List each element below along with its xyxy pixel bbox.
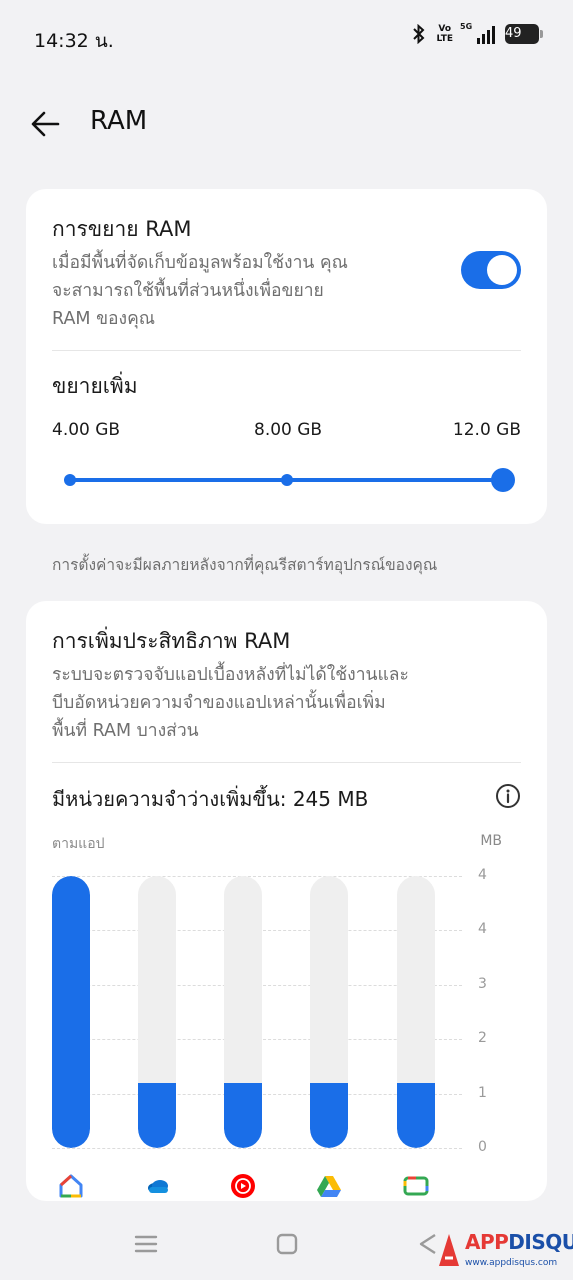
divider: [52, 762, 521, 763]
google-tv-icon: [403, 1173, 429, 1199]
option-8gb[interactable]: 8.00 GB: [254, 420, 322, 440]
freed-memory-label: มีหน่วยความจำว่างเพิ่มขึ้น: 245 MB: [52, 787, 369, 811]
chart-bar: [397, 1082, 435, 1148]
home-button[interactable]: [269, 1226, 305, 1262]
watermark-brand: APPDISQUS: [465, 1230, 573, 1254]
chart-tick-label: 1: [478, 1084, 487, 1101]
toggle-knob: [487, 255, 517, 285]
onedrive-icon: [144, 1173, 170, 1199]
app-bar: RAM: [0, 96, 573, 152]
chart-bar: [52, 876, 90, 1148]
bluetooth-icon: [412, 24, 426, 44]
slider-stop-8gb[interactable]: [281, 474, 293, 486]
appdisqus-watermark: APPDISQUS www.appdisqus.com: [435, 1228, 573, 1274]
ram-expansion-desc-2: จะสามารถใช้พื้นที่ส่วนหนึ่งเพื่อขยาย: [52, 281, 324, 301]
slider-stop-4gb[interactable]: [64, 474, 76, 486]
status-bar: 14:32 น. Vo LTE 5G 49: [0, 0, 573, 76]
battery-icon: 49: [505, 24, 543, 44]
expand-title: ขยายเพิ่ม: [52, 374, 138, 398]
watermark-logo: [439, 1234, 459, 1266]
restart-note: การตั้งค่าจะมีผลภายหลังจากที่คุณรีสตาร์ท…: [52, 556, 438, 574]
ram-size-slider[interactable]: [64, 468, 515, 492]
chart-tick-label: 4: [478, 921, 487, 938]
ram-expansion-toggle[interactable]: [461, 251, 521, 289]
chart-tick-label: 3: [478, 975, 487, 992]
ram-optimization-desc-2: บีบอัดหน่วยความจำของแอปเหล่านั้นเพื่อเพิ…: [52, 693, 386, 713]
status-time: 14:32 น.: [34, 30, 114, 52]
option-4gb[interactable]: 4.00 GB: [52, 420, 120, 440]
volte-icon: Vo LTE: [436, 24, 453, 44]
ram-optimization-card: การเพิ่มประสิทธิภาพ RAM ระบบจะตรวจจับแอป…: [26, 601, 547, 1201]
watermark-brand-a: APP: [465, 1230, 509, 1254]
chart-bar: [138, 1082, 176, 1148]
volte-bottom-label: LTE: [436, 34, 453, 44]
ram-optimization-title: การเพิ่มประสิทธิภาพ RAM: [52, 629, 291, 653]
chart-left-label: ตามแอป: [52, 836, 105, 852]
page-title: RAM: [90, 106, 148, 136]
youtube-music-icon: [230, 1173, 256, 1199]
ram-expansion-desc-1: เมื่อมีพื้นที่จัดเก็บข้อมูลพร้อมใช้งาน ค…: [52, 253, 348, 273]
home-icon: [276, 1233, 298, 1255]
recents-icon: [134, 1235, 158, 1253]
watermark-brand-b: DISQUS: [508, 1230, 573, 1254]
ram-expansion-desc-3: RAM ของคุณ: [52, 309, 156, 329]
google-drive-icon: [316, 1173, 342, 1199]
ram-expansion-card: การขยาย RAM เมื่อมีพื้นที่จัดเก็บข้อมูลพ…: [26, 189, 547, 524]
slider-thumb[interactable]: [491, 468, 515, 492]
option-12gb[interactable]: 12.0 GB: [453, 420, 521, 440]
info-icon[interactable]: [495, 783, 521, 809]
chart-bar-track: [52, 876, 90, 1148]
chart-bar: [310, 1082, 348, 1148]
chart-unit-label: MB: [480, 833, 502, 849]
chart-bar-track: [138, 876, 176, 1148]
chart-gridline: [52, 1148, 462, 1149]
watermark-url: www.appdisqus.com: [465, 1258, 558, 1268]
chart-bar-track: [397, 876, 435, 1148]
status-icons: Vo LTE 5G 49: [412, 22, 543, 44]
chart-tick-label: 4: [478, 867, 487, 883]
ram-optimization-desc-3: พื้นที่ RAM บางส่วน: [52, 721, 199, 741]
volte-top-label: Vo: [438, 24, 452, 34]
network-label: 5G: [460, 22, 473, 31]
arrow-left-icon: [31, 111, 60, 137]
chart-tick-label: 0: [478, 1139, 487, 1155]
chart-gridline: [52, 876, 462, 877]
chart-bar-track: [224, 876, 262, 1148]
battery-level: 49: [505, 26, 522, 41]
signal-5g-icon: 5G: [460, 22, 495, 44]
chart-bar: [224, 1082, 262, 1148]
back-button[interactable]: [26, 104, 66, 144]
google-home-icon: [58, 1173, 84, 1199]
chart-bar-track: [310, 876, 348, 1148]
divider: [52, 350, 521, 351]
recents-button[interactable]: [128, 1226, 164, 1262]
ram-optimization-desc-1: ระบบจะตรวจจับแอปเบื้องหลังที่ไม่ได้ใช้งา…: [52, 665, 409, 685]
ram-expansion-title: การขยาย RAM: [52, 217, 192, 241]
chart-tick-label: 2: [478, 1030, 487, 1047]
app-memory-chart: 4 4 3 2 1 0: [26, 867, 547, 1198]
